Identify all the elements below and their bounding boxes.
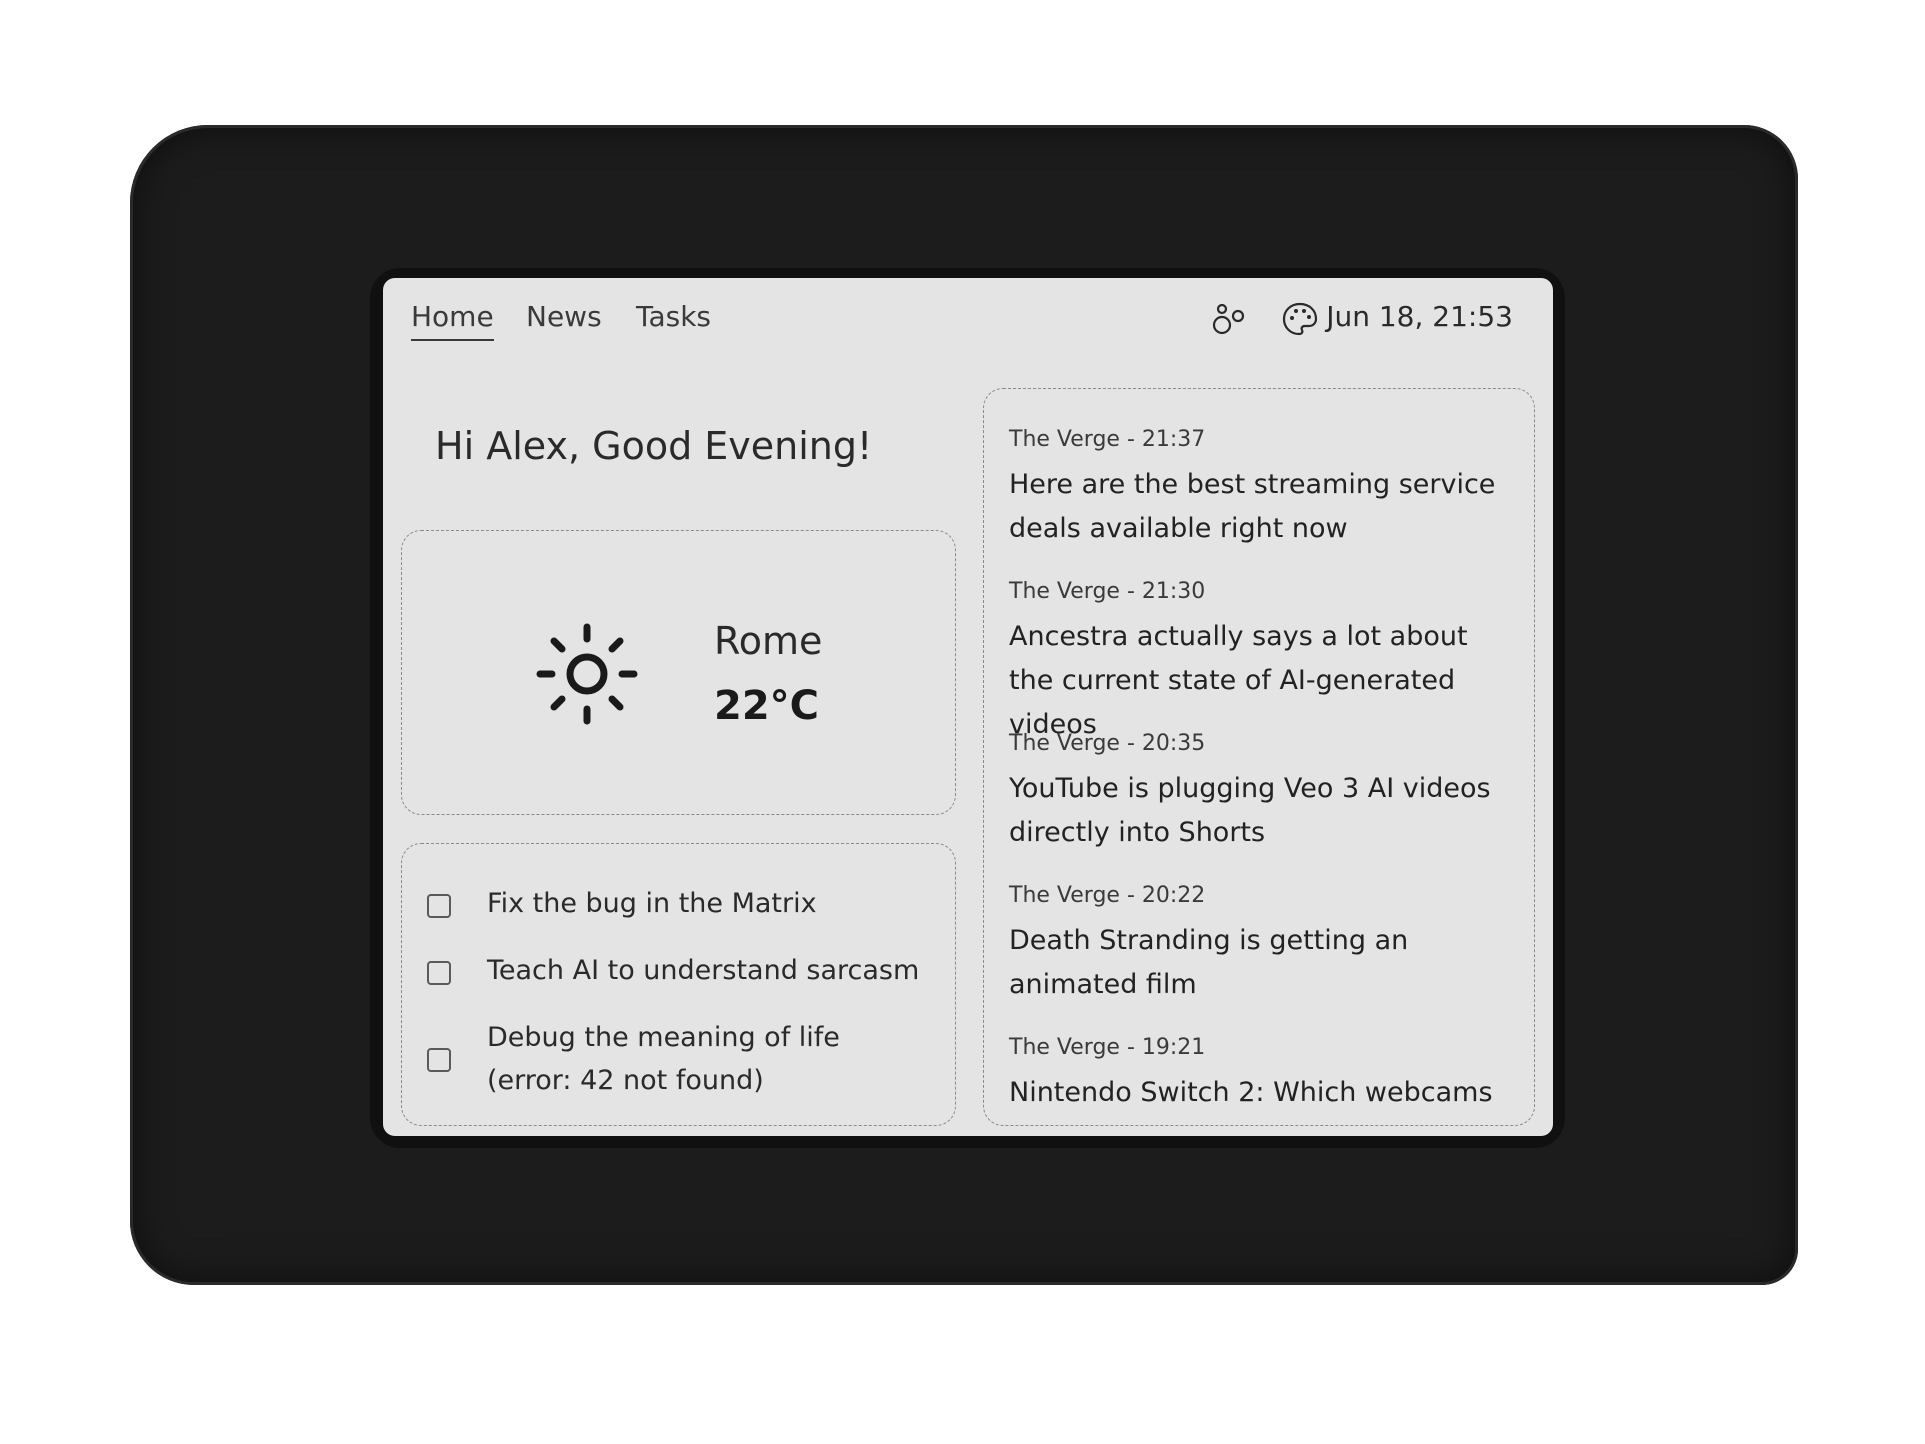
- eink-screen: Home News Tasks Jun 18, 21:53 Hi Alex, G…: [383, 278, 1553, 1136]
- news-item[interactable]: The Verge - 20:22 Death Stranding is get…: [1009, 883, 1519, 1007]
- news-meta: The Verge - 20:35: [1009, 731, 1206, 756]
- task-checkbox[interactable]: [427, 961, 451, 985]
- tab-news[interactable]: News: [526, 300, 602, 339]
- palette-icon[interactable]: [1281, 300, 1319, 338]
- weather-city: Rome: [714, 619, 823, 663]
- news-item[interactable]: The Verge - 19:21 Nintendo Switch 2: Whi…: [1009, 1035, 1519, 1115]
- news-title[interactable]: Death Stranding is getting an animated f…: [1009, 919, 1519, 1007]
- tasks-card: Fix the bug in the Matrix Teach AI to un…: [401, 843, 956, 1126]
- weather-card: Rome 22°C: [401, 530, 956, 815]
- task-checkbox[interactable]: [427, 1048, 451, 1072]
- datetime: Jun 18, 21:53: [1326, 300, 1513, 333]
- task-label: Fix the bug in the Matrix: [487, 888, 817, 919]
- sun-icon: [532, 619, 642, 729]
- greeting: Hi Alex, Good Evening!: [435, 424, 873, 468]
- news-item[interactable]: The Verge - 20:35 YouTube is plugging Ve…: [1009, 731, 1519, 855]
- news-title[interactable]: Nintendo Switch 2: Which webcams: [1009, 1071, 1519, 1115]
- news-title[interactable]: Here are the best streaming service deal…: [1009, 463, 1519, 551]
- news-meta: The Verge - 20:22: [1009, 883, 1206, 908]
- weather-temperature: 22°C: [714, 683, 820, 729]
- news-card: The Verge - 21:37 Here are the best stre…: [983, 388, 1535, 1126]
- tab-tasks[interactable]: Tasks: [636, 300, 711, 339]
- top-nav: Home News Tasks Jun 18, 21:53: [411, 300, 1525, 350]
- news-meta: The Verge - 21:37: [1009, 427, 1206, 452]
- news-title[interactable]: YouTube is plugging Veo 3 AI videos dire…: [1009, 767, 1519, 855]
- bubbles-icon[interactable]: [1211, 300, 1249, 338]
- news-item[interactable]: The Verge - 21:37 Here are the best stre…: [1009, 427, 1519, 551]
- news-title[interactable]: Ancestra actually says a lot about the c…: [1009, 615, 1519, 747]
- task-checkbox[interactable]: [427, 894, 451, 918]
- news-meta: The Verge - 19:21: [1009, 1035, 1206, 1060]
- tab-home[interactable]: Home: [411, 300, 494, 341]
- news-item[interactable]: The Verge - 21:30 Ancestra actually says…: [1009, 579, 1519, 747]
- news-meta: The Verge - 21:30: [1009, 579, 1206, 604]
- task-label: Debug the meaning of life (error: 42 not…: [487, 1022, 840, 1096]
- task-label: Teach AI to understand sarcasm: [487, 955, 920, 986]
